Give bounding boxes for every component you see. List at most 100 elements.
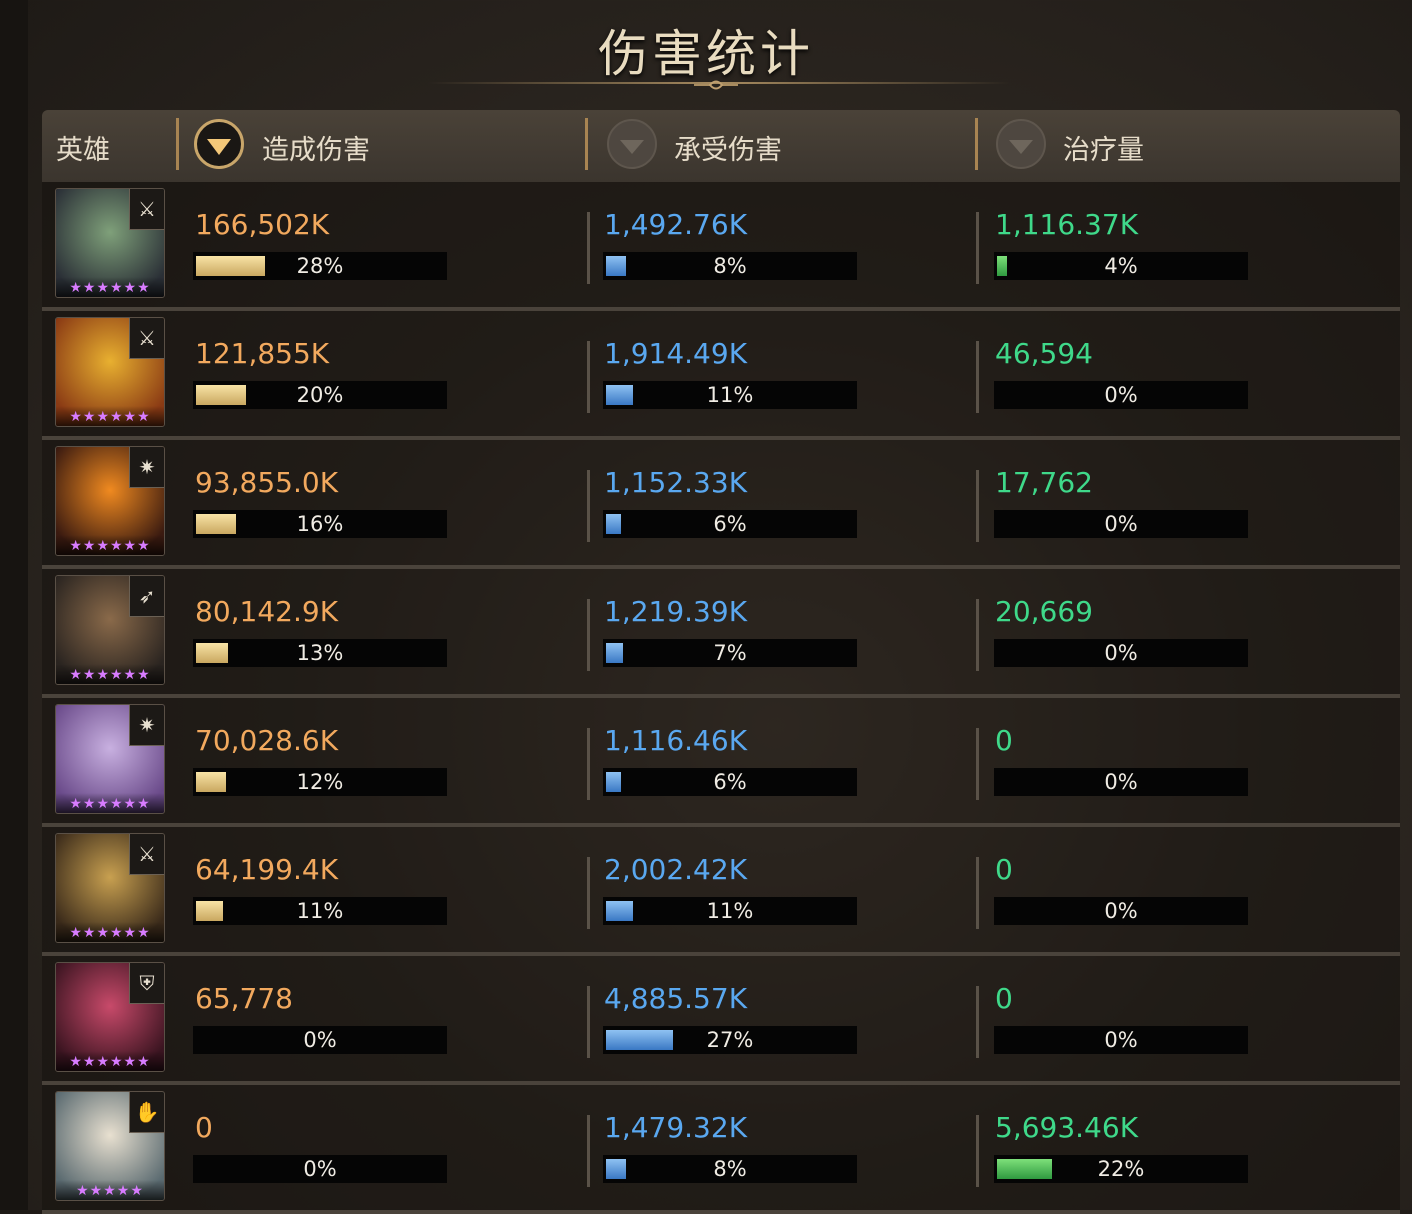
- column-separator: [976, 728, 979, 800]
- heal-percent: 0%: [1104, 899, 1138, 923]
- table-row[interactable]: ⚔ ★★★★★★ 121,855K 20% 1,914.49K 11% 46,594 0%: [42, 311, 1400, 440]
- hero-avatar[interactable]: ✷ ★★★★★★: [55, 446, 165, 556]
- column-separator: [587, 212, 590, 284]
- taken-percent: 27%: [706, 1028, 754, 1052]
- taken-bar: 11%: [603, 897, 857, 925]
- taken-value: 1,479.32K: [604, 1111, 748, 1144]
- header-damage-taken[interactable]: 承受伤害: [674, 128, 782, 167]
- dealt-percent: 13%: [296, 641, 344, 665]
- heal-bar: 0%: [994, 639, 1248, 667]
- taken-bar: 8%: [603, 1155, 857, 1183]
- dealt-bar: 20%: [193, 381, 447, 409]
- heal-value: 0: [995, 982, 1013, 1015]
- taken-value: 1,116.46K: [604, 724, 748, 757]
- sort-damage-taken-button[interactable]: [607, 119, 657, 169]
- table-row[interactable]: ✋ ★★★★★ 0 0% 1,479.32K 8% 5,693.46K 22%: [42, 1085, 1400, 1214]
- header-separator: [975, 118, 978, 170]
- table-row[interactable]: ➶ ★★★★★★ 80,142.9K 13% 1,219.39K 7% 20,669 0%: [42, 569, 1400, 698]
- column-separator: [587, 341, 590, 413]
- taken-value: 1,492.76K: [604, 208, 748, 241]
- column-separator: [587, 857, 590, 929]
- heal-percent: 0%: [1104, 383, 1138, 407]
- column-separator: [976, 986, 979, 1058]
- dealt-value: 64,199.4K: [195, 853, 339, 886]
- dealt-bar: 28%: [193, 252, 447, 280]
- heal-value: 0: [995, 724, 1013, 757]
- sort-healing-button[interactable]: [996, 119, 1046, 169]
- heal-percent: 0%: [1104, 1028, 1138, 1052]
- title-ornament-icon: [694, 80, 738, 90]
- column-separator: [587, 1115, 590, 1187]
- header-damage-dealt[interactable]: 造成伤害: [262, 128, 370, 167]
- dealt-bar: 13%: [193, 639, 447, 667]
- taken-value: 1,219.39K: [604, 595, 748, 628]
- hero-avatar[interactable]: ✷ ★★★★★★: [55, 704, 165, 814]
- taken-percent: 7%: [713, 641, 747, 665]
- chevron-down-icon: [207, 138, 231, 155]
- dealt-bar: 16%: [193, 510, 447, 538]
- table-row[interactable]: ⚔ ★★★★★★ 64,199.4K 11% 2,002.42K 11% 0 0%: [42, 827, 1400, 956]
- hero-avatar[interactable]: ⛨ ★★★★★★: [55, 962, 165, 1072]
- taken-bar: 6%: [603, 768, 857, 796]
- dealt-percent: 0%: [303, 1157, 337, 1181]
- table-header: 英雄 造成伤害 承受伤害 治疗量: [42, 110, 1400, 182]
- heal-bar: 22%: [994, 1155, 1248, 1183]
- column-separator: [976, 1115, 979, 1187]
- taken-value: 4,885.57K: [604, 982, 748, 1015]
- column-separator: [976, 212, 979, 284]
- chevron-down-icon: [620, 139, 644, 154]
- dealt-value: 93,855.0K: [195, 466, 339, 499]
- header-hero: 英雄: [56, 135, 110, 166]
- heal-value: 1,116.37K: [995, 208, 1139, 241]
- column-separator: [587, 599, 590, 671]
- hero-stars: ★★★★★★: [56, 664, 164, 684]
- dealt-percent: 16%: [296, 512, 344, 536]
- bow-icon: ➶: [129, 576, 164, 617]
- dealt-bar: 12%: [193, 768, 447, 796]
- heal-value: 46,594: [995, 337, 1093, 370]
- stats-panel: 英雄 造成伤害 承受伤害 治疗量 ⚔ ★★★★★★ 166,502K 28% 1,492…: [42, 110, 1400, 1214]
- dealt-percent: 11%: [296, 899, 344, 923]
- dealt-percent: 12%: [296, 770, 344, 794]
- header-healing[interactable]: 治疗量: [1063, 128, 1144, 167]
- dealt-value: 80,142.9K: [195, 595, 339, 628]
- taken-percent: 8%: [713, 1157, 747, 1181]
- heal-bar: 0%: [994, 1026, 1248, 1054]
- table-row[interactable]: ✷ ★★★★★★ 93,855.0K 16% 1,152.33K 6% 17,762 0%: [42, 440, 1400, 569]
- taken-value: 1,914.49K: [604, 337, 748, 370]
- dealt-value: 65,778: [195, 982, 293, 1015]
- heal-percent: 0%: [1104, 770, 1138, 794]
- title-area: 伤害统计: [0, 0, 1412, 108]
- hero-stars: ★★★★★★: [56, 922, 164, 942]
- heal-value: 0: [995, 853, 1013, 886]
- heal-percent: 0%: [1104, 641, 1138, 665]
- magic-icon: ✷: [129, 705, 164, 746]
- heal-percent: 0%: [1104, 512, 1138, 536]
- taken-bar: 11%: [603, 381, 857, 409]
- hero-avatar[interactable]: ⚔ ★★★★★★: [55, 188, 165, 298]
- header-separator: [176, 118, 179, 170]
- magic-icon: ✷: [129, 447, 164, 488]
- taken-percent: 8%: [713, 254, 747, 278]
- table-row[interactable]: ⛨ ★★★★★★ 65,778 0% 4,885.57K 27% 0 0%: [42, 956, 1400, 1085]
- dealt-value: 70,028.6K: [195, 724, 339, 757]
- hero-avatar[interactable]: ⚔ ★★★★★★: [55, 317, 165, 427]
- taken-percent: 11%: [706, 383, 754, 407]
- sword-icon: ⚔: [129, 318, 164, 359]
- heal-bar: 0%: [994, 768, 1248, 796]
- dealt-value: 121,855K: [195, 337, 330, 370]
- table-row[interactable]: ⚔ ★★★★★★ 166,502K 28% 1,492.76K 8% 1,116.37K 4%: [42, 182, 1400, 311]
- column-separator: [587, 470, 590, 542]
- hero-avatar[interactable]: ➶ ★★★★★★: [55, 575, 165, 685]
- heal-percent: 22%: [1097, 1157, 1145, 1181]
- heal-value: 17,762: [995, 466, 1093, 499]
- chevron-down-icon: [1009, 139, 1033, 154]
- hero-stars: ★★★★★★: [56, 277, 164, 297]
- hero-avatar[interactable]: ✋ ★★★★★: [55, 1091, 165, 1201]
- table-row[interactable]: ✷ ★★★★★★ 70,028.6K 12% 1,116.46K 6% 0 0%: [42, 698, 1400, 827]
- hero-avatar[interactable]: ⚔ ★★★★★★: [55, 833, 165, 943]
- taken-bar: 7%: [603, 639, 857, 667]
- sort-damage-dealt-button[interactable]: [194, 119, 244, 169]
- sword-icon: ⚔: [129, 834, 164, 875]
- heal-bar: 0%: [994, 897, 1248, 925]
